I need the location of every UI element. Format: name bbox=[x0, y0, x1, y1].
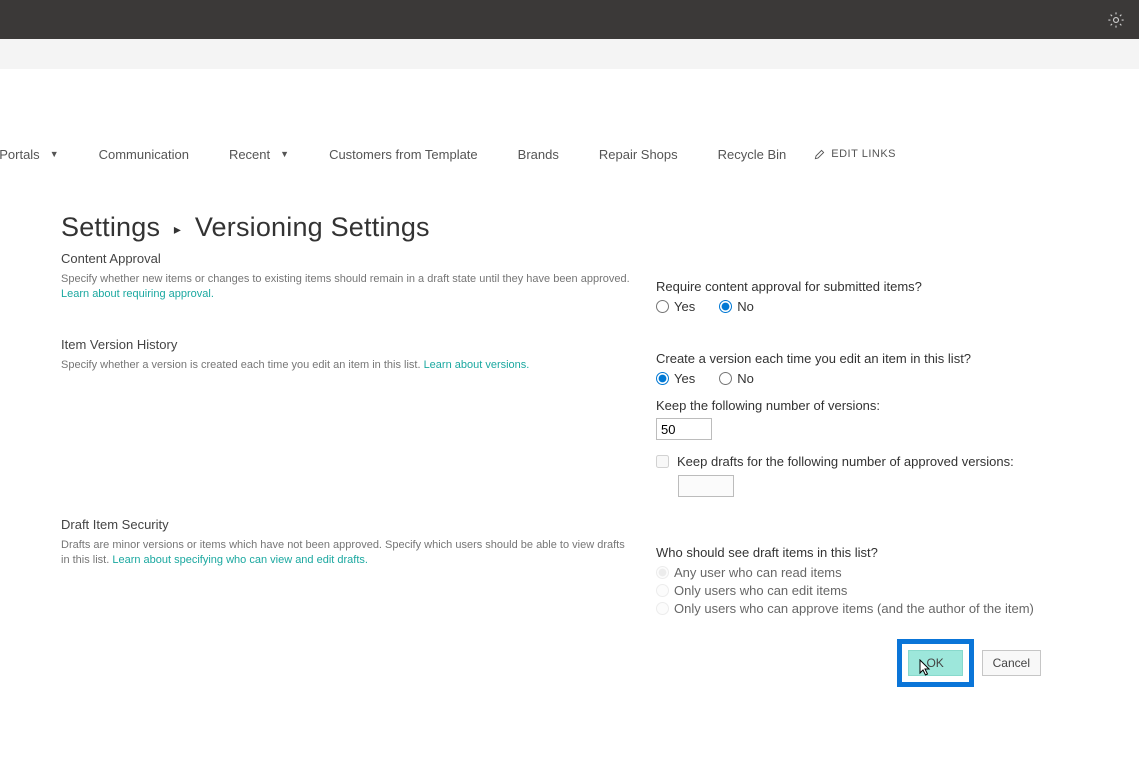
radio-input[interactable] bbox=[656, 300, 669, 313]
gear-icon[interactable] bbox=[1107, 11, 1125, 29]
edit-links-label: EDIT LINKS bbox=[831, 148, 896, 160]
radio-draft-edit: Only users who can edit items bbox=[656, 583, 847, 598]
radio-input bbox=[656, 602, 669, 615]
radio-input bbox=[656, 566, 669, 579]
radio-input[interactable] bbox=[719, 372, 732, 385]
desc-text: Specify whether new items or changes to … bbox=[61, 273, 630, 285]
button-label: Cancel bbox=[993, 656, 1030, 670]
radio-versioning-no[interactable]: No bbox=[719, 371, 754, 386]
desc-text: Specify whether a version is created eac… bbox=[61, 359, 424, 371]
nav-item-label: Communication bbox=[99, 147, 189, 162]
radio-label: No bbox=[737, 371, 754, 386]
ok-button[interactable]: OK bbox=[908, 650, 963, 676]
breadcrumb-separator-icon: ▸ bbox=[174, 221, 181, 238]
nav-item-label: Brands bbox=[518, 147, 559, 162]
field-label: Require content approval for submitted i… bbox=[656, 279, 1101, 294]
radio-label: No bbox=[737, 299, 754, 314]
radio-versioning-yes[interactable]: Yes bbox=[656, 371, 695, 386]
radio-approval-no[interactable]: No bbox=[719, 299, 754, 314]
radio-label: Only users who can edit items bbox=[674, 583, 847, 598]
upper-spacer bbox=[0, 69, 1139, 139]
learn-link-approval[interactable]: Learn about requiring approval. bbox=[61, 288, 214, 300]
keep-versions-label: Keep the following number of versions: bbox=[656, 398, 1101, 413]
nav-item-portals[interactable]: t Portals ▼ bbox=[0, 147, 59, 162]
radio-input[interactable] bbox=[719, 300, 732, 313]
chevron-down-icon: ▼ bbox=[280, 149, 289, 159]
nav-item-customers[interactable]: Customers from Template bbox=[329, 147, 478, 162]
breadcrumb-root: Settings bbox=[61, 212, 160, 242]
section-draft-security: Draft Item Security Drafts are minor ver… bbox=[61, 517, 1101, 619]
radio-draft-any: Any user who can read items bbox=[656, 565, 842, 580]
nav-item-label: Recent bbox=[229, 147, 270, 162]
section-content-approval: Content Approval Specify whether new ite… bbox=[61, 251, 1101, 317]
breadcrumb-current: Versioning Settings bbox=[195, 212, 430, 242]
cancel-button[interactable]: Cancel bbox=[982, 650, 1041, 676]
section-version-history: Item Version History Specify whether a v… bbox=[61, 337, 1101, 497]
buttons-row: OK Cancel bbox=[61, 639, 1101, 687]
nav-item-brands[interactable]: Brands bbox=[518, 147, 559, 162]
radio-label: Only users who can approve items (and th… bbox=[674, 601, 1034, 616]
nav-item-recent[interactable]: Recent ▼ bbox=[229, 147, 289, 162]
radio-group-versioning: Yes No bbox=[656, 371, 1101, 386]
section-desc: Drafts are minor versions or items which… bbox=[61, 538, 636, 568]
page-content: Settings ▸ Versioning Settings Content A… bbox=[61, 212, 1101, 687]
nav-item-communication[interactable]: Communication bbox=[99, 147, 189, 162]
learn-link-versions[interactable]: Learn about versions. bbox=[424, 359, 530, 371]
radio-group-approval: Yes No bbox=[656, 299, 1101, 314]
button-label: OK bbox=[926, 656, 943, 670]
highlight-box: OK bbox=[897, 639, 974, 687]
nav-item-label: t Portals bbox=[0, 147, 40, 162]
ribbon-area bbox=[0, 39, 1139, 69]
section-title: Item Version History bbox=[61, 337, 636, 352]
radio-input bbox=[656, 584, 669, 597]
radio-input[interactable] bbox=[656, 372, 669, 385]
nav-item-recycle-bin[interactable]: Recycle Bin bbox=[718, 147, 787, 162]
nav-item-repair-shops[interactable]: Repair Shops bbox=[599, 147, 678, 162]
section-title: Content Approval bbox=[61, 251, 636, 266]
page-title: Settings ▸ Versioning Settings bbox=[61, 212, 1101, 243]
radio-label: Yes bbox=[674, 371, 695, 386]
top-nav: t Portals ▼ Communication Recent ▼ Custo… bbox=[0, 139, 1139, 169]
field-label: Create a version each time you edit an i… bbox=[656, 351, 1101, 366]
keep-drafts-row: Keep drafts for the following number of … bbox=[656, 454, 1101, 469]
keep-drafts-checkbox bbox=[656, 455, 669, 468]
learn-link-drafts[interactable]: Learn about specifying who can view and … bbox=[112, 554, 368, 566]
radio-draft-opt3: Only users who can approve items (and th… bbox=[656, 601, 1101, 616]
pencil-icon bbox=[814, 149, 825, 160]
radio-label: Yes bbox=[674, 299, 695, 314]
edit-links-button[interactable]: EDIT LINKS bbox=[814, 148, 896, 160]
field-label: Who should see draft items in this list? bbox=[656, 545, 1101, 560]
radio-draft-opt1: Any user who can read items bbox=[656, 565, 1101, 580]
radio-draft-opt2: Only users who can edit items bbox=[656, 583, 1101, 598]
suite-bar bbox=[0, 0, 1139, 39]
nav-item-label: Repair Shops bbox=[599, 147, 678, 162]
keep-versions-input[interactable] bbox=[656, 418, 712, 440]
keep-drafts-label: Keep drafts for the following number of … bbox=[677, 454, 1014, 469]
keep-drafts-input bbox=[678, 475, 734, 497]
nav-item-label: Customers from Template bbox=[329, 147, 478, 162]
section-desc: Specify whether a version is created eac… bbox=[61, 358, 636, 373]
radio-draft-approve: Only users who can approve items (and th… bbox=[656, 601, 1034, 616]
nav-item-label: Recycle Bin bbox=[718, 147, 787, 162]
radio-approval-yes[interactable]: Yes bbox=[656, 299, 695, 314]
radio-label: Any user who can read items bbox=[674, 565, 842, 580]
section-desc: Specify whether new items or changes to … bbox=[61, 272, 636, 302]
chevron-down-icon: ▼ bbox=[50, 149, 59, 159]
section-title: Draft Item Security bbox=[61, 517, 636, 532]
